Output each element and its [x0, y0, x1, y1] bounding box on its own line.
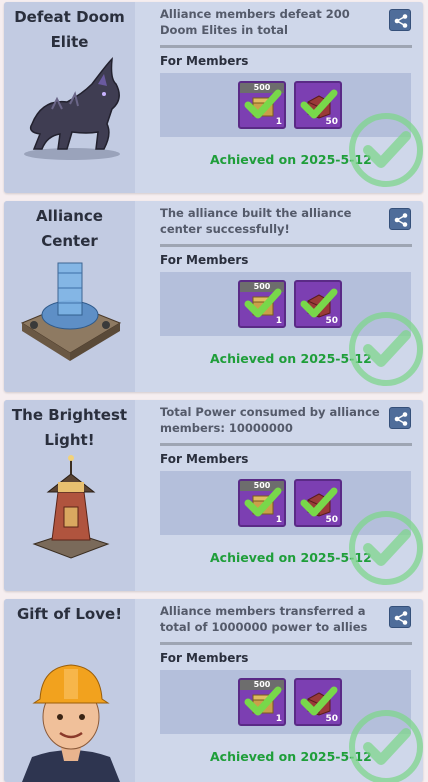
reward-quantity: 1 [275, 714, 282, 724]
share-icon [394, 412, 408, 426]
reward-item[interactable]: 500 1 [238, 280, 286, 328]
completed-check-icon [349, 511, 423, 585]
completed-check-icon [349, 312, 423, 386]
divider [160, 642, 412, 645]
lighthouse-tower-icon [32, 455, 110, 559]
divider [160, 443, 412, 446]
engineer-worker-icon [22, 664, 120, 782]
for-members-label: For Members [160, 651, 249, 665]
divider [160, 45, 412, 48]
divider [160, 244, 412, 247]
share-button[interactable] [389, 208, 411, 230]
reward-item[interactable]: 50 [294, 81, 342, 129]
for-members-label: For Members [160, 54, 249, 68]
card-title: Alliance Center [36, 207, 103, 250]
reward-quantity: 1 [275, 117, 282, 127]
reward-quantity: 1 [275, 316, 282, 326]
achievement-description: The alliance built the alliance center s… [160, 206, 352, 236]
card-title: Defeat Doom Elite [14, 8, 125, 51]
alliance-center-building-icon [20, 262, 122, 361]
completed-check-icon [349, 710, 423, 782]
card-title: The Brightest Light! [11, 406, 128, 449]
card-title: Gift of Love! [16, 605, 123, 623]
reward-item[interactable]: 50 [294, 280, 342, 328]
reward-item[interactable]: 50 [294, 678, 342, 726]
share-icon [394, 213, 408, 227]
achievement-description: Alliance members transferred a total of … [160, 604, 368, 634]
reward-item[interactable]: 500 1 [238, 81, 286, 129]
achievement-card-alliance-center: Alliance Center The alliance built the a… [4, 201, 423, 392]
for-members-label: For Members [160, 452, 249, 466]
reward-quantity: 50 [325, 714, 338, 724]
share-button[interactable] [389, 606, 411, 628]
share-button[interactable] [389, 9, 411, 31]
reward-item[interactable]: 500 1 [238, 678, 286, 726]
reward-item[interactable]: 500 1 [238, 479, 286, 527]
achievement-description: Alliance members defeat 200 Doom Elites … [160, 7, 350, 37]
reward-quantity: 50 [325, 515, 338, 525]
reward-quantity: 50 [325, 316, 338, 326]
share-icon [394, 611, 408, 625]
achievement-card-brightest-light: The Brightest Light! Total Power consume… [4, 400, 423, 591]
doom-wolf-icon [24, 56, 120, 160]
reward-quantity: 50 [325, 117, 338, 127]
share-button[interactable] [389, 407, 411, 429]
achievement-description: Total Power consumed by alliance members… [160, 405, 380, 435]
achievement-card-gift-of-love: Gift of Love! Alliance members transferr… [4, 599, 423, 782]
reward-quantity: 1 [275, 515, 282, 525]
achievement-card-defeat-doom-elite: Defeat Doom Elite Alliance members defea… [4, 2, 423, 193]
for-members-label: For Members [160, 253, 249, 267]
completed-check-icon [349, 113, 423, 187]
reward-item[interactable]: 50 [294, 479, 342, 527]
share-icon [394, 14, 408, 28]
